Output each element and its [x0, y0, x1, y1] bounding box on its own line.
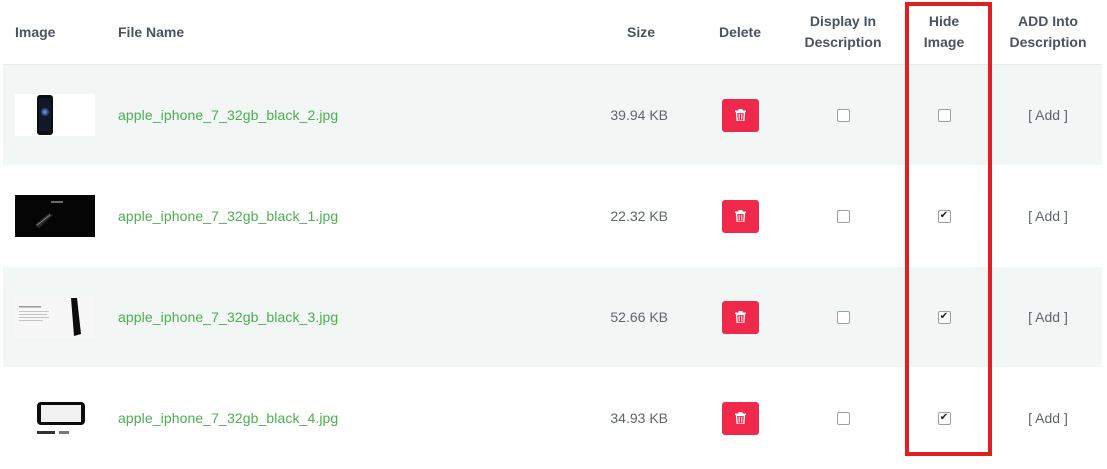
- display-in-description-cell: [793, 65, 893, 165]
- add-link[interactable]: [ Add ]: [1028, 309, 1068, 325]
- display-in-description-checkbox[interactable]: [836, 209, 850, 223]
- hide-image-checkbox[interactable]: ✔: [937, 310, 951, 324]
- trash-icon: [734, 210, 746, 222]
- image-cell: [15, 65, 95, 165]
- file-size: 39.94 KB: [610, 107, 668, 123]
- display-in-description-cell: [793, 368, 893, 468]
- checkmark-icon: ✔: [939, 311, 949, 322]
- file-name-link[interactable]: apple_iphone_7_32gb_black_2.jpg: [118, 107, 338, 123]
- trash-icon: [734, 311, 746, 323]
- header-delete: Delete: [718, 23, 762, 40]
- table-header: Image File Name Size Delete Display In De…: [3, 0, 1102, 65]
- size-cell: 34.93 KB: [563, 368, 668, 468]
- display-in-description-cell: [793, 267, 893, 367]
- file-name-link[interactable]: apple_iphone_7_32gb_black_1.jpg: [118, 208, 338, 224]
- file-size: 22.32 KB: [610, 208, 668, 224]
- add-into-description-cell: [ Add ]: [998, 267, 1098, 367]
- delete-cell: [700, 368, 780, 468]
- size-cell: 52.66 KB: [563, 267, 668, 367]
- images-table: Image File Name Size Delete Display In De…: [3, 0, 1102, 469]
- file-name-link[interactable]: apple_iphone_7_32gb_black_4.jpg: [118, 410, 338, 426]
- file-name-cell: apple_iphone_7_32gb_black_4.jpg: [118, 368, 458, 468]
- add-into-description-cell: [ Add ]: [998, 166, 1098, 266]
- display-in-description-checkbox[interactable]: [836, 108, 850, 122]
- add-into-description-cell: [ Add ]: [998, 368, 1098, 468]
- header-size: Size: [626, 23, 655, 40]
- delete-cell: [700, 267, 780, 367]
- delete-button[interactable]: [721, 98, 759, 132]
- header-file-name: File Name: [118, 23, 185, 40]
- trash-icon: [734, 109, 746, 121]
- table-row: apple_iphone_7_32gb_black_2.jpg 39.94 KB: [3, 65, 1102, 166]
- hide-image-checkbox[interactable]: ✔: [937, 209, 951, 223]
- trash-icon: [734, 412, 746, 424]
- image-thumbnail[interactable]: [15, 296, 95, 338]
- checkmark-icon: ✔: [939, 210, 949, 221]
- image-thumbnail[interactable]: [15, 195, 95, 237]
- checkmark-icon: ✔: [939, 412, 949, 423]
- file-size: 52.66 KB: [610, 309, 668, 325]
- delete-cell: [700, 166, 780, 266]
- image-cell: [15, 368, 95, 468]
- table-row: apple_iphone_7_32gb_black_4.jpg 34.93 KB…: [3, 368, 1102, 469]
- hide-image-cell: ✔: [904, 267, 984, 367]
- hide-image-cell: ✔: [904, 166, 984, 266]
- image-thumbnail[interactable]: [15, 397, 95, 439]
- display-in-description-checkbox[interactable]: [836, 411, 850, 425]
- file-size: 34.93 KB: [610, 410, 668, 426]
- size-cell: 22.32 KB: [563, 166, 668, 266]
- header-image: Image: [15, 23, 56, 40]
- image-cell: [15, 267, 95, 367]
- header-display-in-description: Display In Description: [804, 13, 882, 50]
- image-thumbnail[interactable]: [15, 94, 95, 136]
- file-name-cell: apple_iphone_7_32gb_black_1.jpg: [118, 166, 458, 266]
- file-name-cell: apple_iphone_7_32gb_black_3.jpg: [118, 267, 458, 367]
- display-in-description-checkbox[interactable]: [836, 310, 850, 324]
- image-cell: [15, 166, 95, 266]
- header-hide-image: Hide Image: [923, 13, 965, 50]
- hide-image-checkbox[interactable]: ✔: [937, 411, 951, 425]
- size-cell: 39.94 KB: [563, 65, 668, 165]
- table-row: apple_iphone_7_32gb_black_1.jpg 22.32 KB…: [3, 166, 1102, 267]
- file-name-link[interactable]: apple_iphone_7_32gb_black_3.jpg: [118, 309, 338, 325]
- add-into-description-cell: [ Add ]: [998, 65, 1098, 165]
- hide-image-checkbox[interactable]: [937, 108, 951, 122]
- file-name-cell: apple_iphone_7_32gb_black_2.jpg: [118, 65, 458, 165]
- delete-button[interactable]: [721, 401, 759, 435]
- hide-image-cell: ✔: [904, 368, 984, 468]
- table-row: apple_iphone_7_32gb_black_3.jpg 52.66 KB…: [3, 267, 1102, 368]
- add-link[interactable]: [ Add ]: [1028, 208, 1068, 224]
- add-link[interactable]: [ Add ]: [1028, 410, 1068, 426]
- header-add-into-description: ADD Into Description: [1009, 13, 1087, 50]
- delete-button[interactable]: [721, 300, 759, 334]
- hide-image-cell: [904, 65, 984, 165]
- delete-button[interactable]: [721, 199, 759, 233]
- delete-cell: [700, 65, 780, 165]
- display-in-description-cell: [793, 166, 893, 266]
- add-link[interactable]: [ Add ]: [1028, 107, 1068, 123]
